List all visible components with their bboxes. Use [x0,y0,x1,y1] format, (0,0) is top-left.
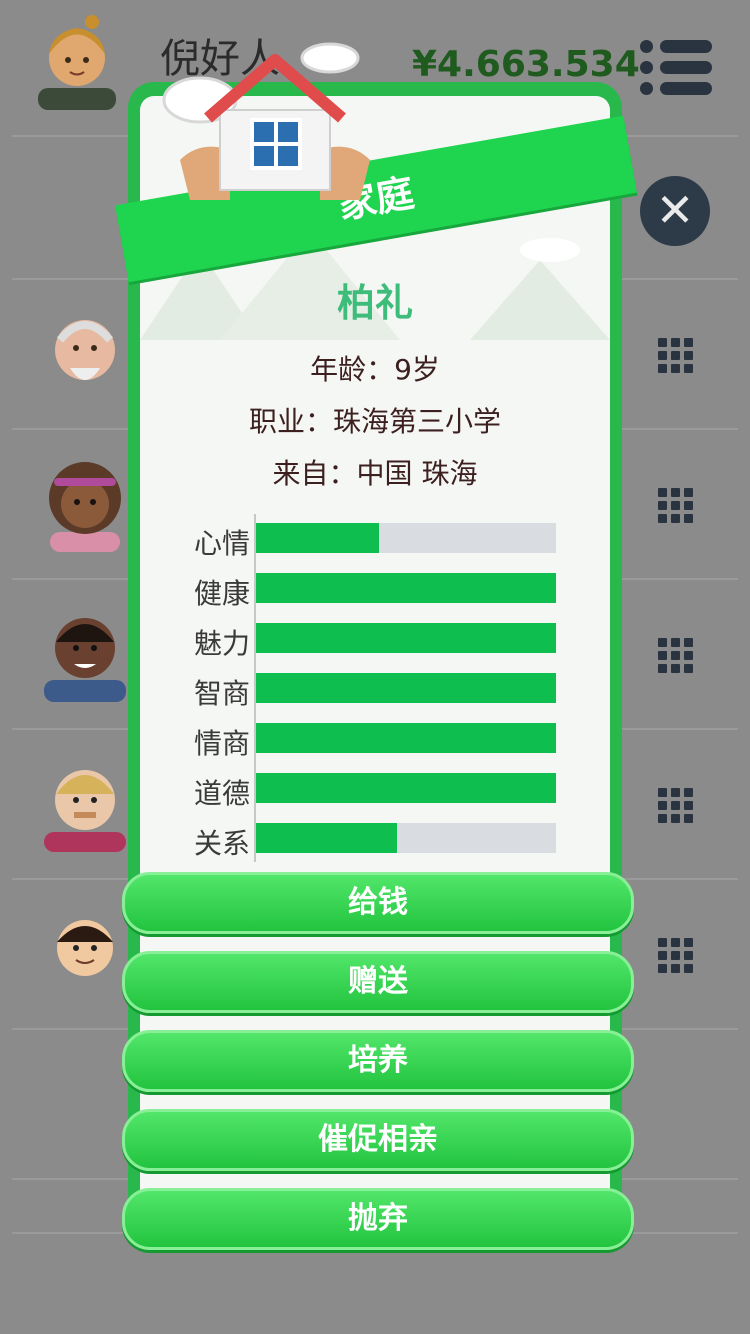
house-icon [162,42,370,200]
stat-bar-relationship [256,823,556,853]
player-avatar [38,15,116,110]
stat-bar-mood [256,523,556,553]
close-icon: ✕ [655,183,695,237]
stat-label-relationship: 关系 [193,827,250,860]
stat-fill [256,773,556,803]
family-avatar-man-dark [44,618,126,702]
stat-fill [256,573,556,603]
stat-label-iq: 智商 [193,677,250,710]
stat-bar-eq [256,723,556,753]
give-money-button[interactable]: 给钱 [122,872,634,934]
grid-icon[interactable] [658,788,694,824]
urge-dating-button[interactable]: 催促相亲 [122,1109,634,1171]
grid-icon[interactable] [658,488,694,524]
stat-bar-iq [256,673,556,703]
close-button[interactable]: ✕ [640,176,710,246]
stat-label-mood: 心情 [193,527,250,560]
character-origin: 来自：中国 珠海 [272,457,478,490]
stat-fill [256,523,379,553]
grid-icon[interactable] [658,938,694,974]
stat-bar-morality [256,773,556,803]
character-name: 柏礼 [336,281,413,325]
character-job: 职业：珠海第三小学 [248,405,501,438]
stat-label-charm: 魅力 [193,627,250,660]
family-avatar-man-blond [44,770,126,852]
stat-fill [256,723,556,753]
stat-label-health: 健康 [193,577,250,610]
stat-fill [256,623,556,653]
abandon-button[interactable]: 抛弃 [122,1188,634,1250]
grid-icon[interactable] [658,638,694,674]
stat-label-eq: 情商 [193,727,250,760]
stat-bar-health [256,573,556,603]
money-display: ¥4.663.534 [412,44,640,85]
stat-fill [256,673,556,703]
family-avatar-grandfather [55,320,115,380]
stat-fill [256,823,397,853]
menu-icon[interactable] [640,40,712,96]
family-avatar-child [57,920,113,976]
gift-button[interactable]: 赠送 [122,951,634,1013]
character-age: 年龄：9岁 [310,353,440,386]
nurture-button[interactable]: 培养 [122,1030,634,1092]
family-avatar-woman [49,462,121,552]
grid-icon[interactable] [658,338,694,374]
stat-label-morality: 道德 [193,777,250,810]
stat-bar-charm [256,623,556,653]
